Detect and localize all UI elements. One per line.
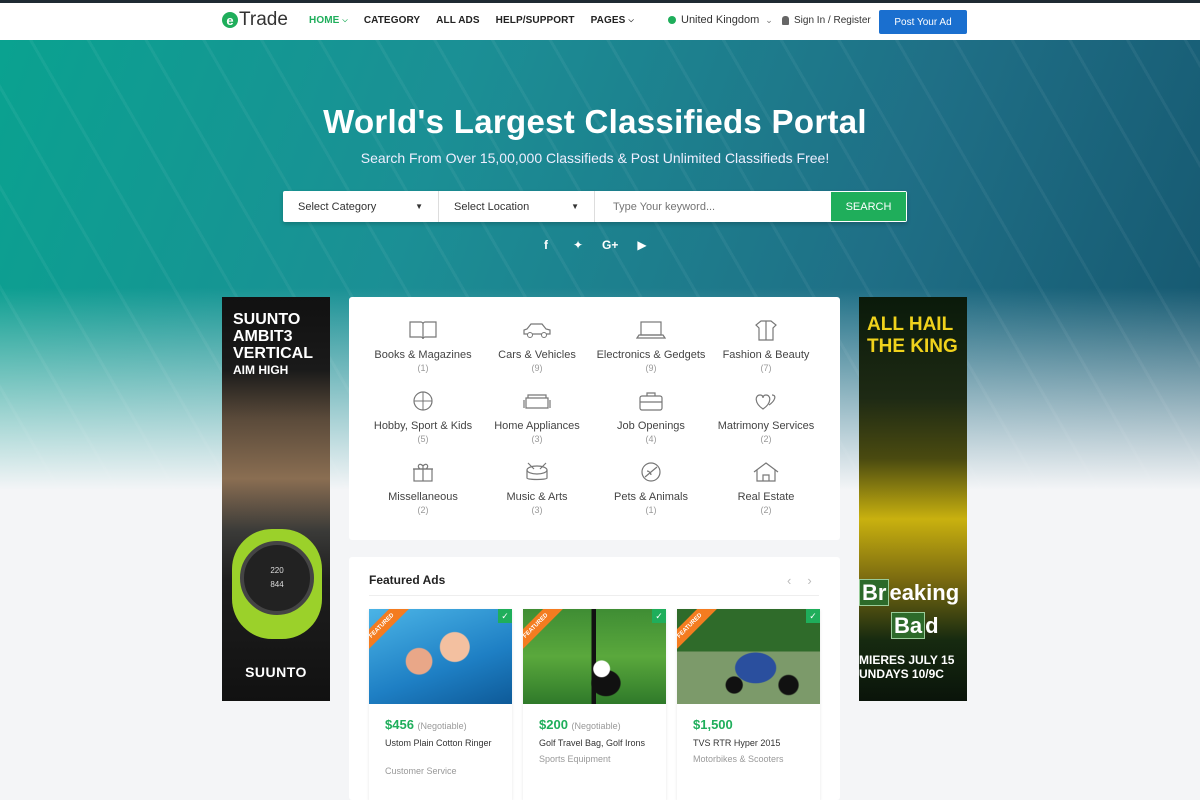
gift-icon: [413, 463, 433, 482]
car-icon: [523, 323, 551, 338]
ad-right-headline: ALL HAIL THE KING: [867, 314, 958, 357]
category-item[interactable]: Books & Magazines (1): [363, 319, 483, 373]
category-item[interactable]: Matrimony Services (2): [706, 390, 826, 444]
search-button[interactable]: SEARCH: [831, 192, 906, 221]
hearts-icon: [755, 394, 776, 410]
chevron-down-icon: ⌄: [765, 14, 773, 25]
shirt-icon: [755, 320, 777, 341]
nav-help-support[interactable]: HELP/SUPPORT: [496, 15, 575, 26]
signin-link[interactable]: Sign In / Register: [782, 15, 871, 26]
sofa-icon: [523, 394, 551, 409]
search-bar: Select Category▼ Select Location▼ SEARCH: [283, 191, 907, 222]
keyword-input[interactable]: [595, 191, 830, 222]
check-icon: ✓: [652, 609, 666, 623]
location-select[interactable]: Select Location ▼: [439, 191, 595, 222]
watch-face: 220 844: [240, 541, 314, 615]
chevron-left-icon[interactable]: ‹: [787, 573, 807, 588]
featured-card[interactable]: FEATURED ✓ $1,500 TVS RTR Hyper 2015 Mot…: [677, 609, 820, 800]
card-title[interactable]: Ustom Plain Cotton Ringer: [385, 737, 500, 749]
category-item[interactable]: Home Appliances (3): [477, 390, 597, 444]
category-item[interactable]: Music & Arts (3): [477, 461, 597, 515]
chevron-down-icon: ⌵: [628, 16, 634, 24]
chevron-down-icon: ⌵: [342, 16, 348, 24]
featured-ribbon: FEATURED: [369, 609, 409, 653]
breaking-logo: Br eaking: [859, 579, 959, 606]
ad-left-tagline: AIM HIGH: [233, 363, 289, 377]
facebook-icon[interactable]: f: [538, 238, 554, 252]
featured-card[interactable]: FEATURED ✓ $200 (Negotiable) Golf Travel…: [523, 609, 666, 800]
globe-icon: [668, 16, 676, 24]
dropdown-arrow-icon: ▼: [415, 202, 423, 211]
post-ad-button[interactable]: Post Your Ad: [879, 10, 967, 34]
card-price: $1,500: [693, 717, 733, 732]
ball-icon: [413, 391, 433, 411]
featured-ads-panel: Featured Ads ‹› FEATURED ✓ $456 (Negotia…: [349, 557, 840, 800]
category-item[interactable]: Fashion & Beauty (7): [706, 319, 826, 373]
category-item[interactable]: Pets & Animals (1): [591, 461, 711, 515]
featured-ribbon: FEATURED: [677, 609, 717, 653]
category-select[interactable]: Select Category ▼: [283, 191, 439, 222]
nav-category[interactable]: CATEGORY: [364, 15, 420, 26]
category-item[interactable]: Cars & Vehicles (9): [477, 319, 597, 373]
card-title[interactable]: Golf Travel Bag, Golf Irons: [539, 737, 654, 749]
right-banner-ad[interactable]: ALL HAIL THE KING Br eaking Ba d MIERES JU…: [859, 297, 967, 701]
category-panel: Books & Magazines (1) Cars & Vehicles (9) …: [349, 297, 840, 540]
country-label: United Kingdom: [681, 14, 760, 26]
logo-text: Trade: [239, 9, 288, 30]
air-dates: MIERES JULY 15 UNDAYS 10/9C: [859, 653, 955, 681]
ad-left-brand: SUUNTO: [245, 664, 307, 680]
house-icon: [753, 462, 779, 482]
category-item[interactable]: Missellaneous (2): [363, 461, 483, 515]
google-plus-icon[interactable]: G+: [602, 238, 618, 252]
category-item[interactable]: Electronics & Gedgets (9): [591, 319, 711, 373]
ad-left-headline: SUUNTO AMBIT3 VERTICAL: [233, 311, 313, 362]
card-image: FEATURED ✓: [677, 609, 820, 704]
featured-title: Featured Ads: [369, 573, 446, 587]
card-image: FEATURED ✓: [369, 609, 512, 704]
laptop-icon: [635, 321, 667, 339]
leaf-icon: [641, 462, 661, 482]
featured-card[interactable]: FEATURED ✓ $456 (Negotiable) Ustom Plain…: [369, 609, 512, 800]
check-icon: ✓: [498, 609, 512, 623]
youtube-icon[interactable]: ▶: [634, 238, 650, 252]
nav-all-ads[interactable]: ALL ADS: [436, 15, 479, 26]
card-title[interactable]: TVS RTR Hyper 2015: [693, 737, 808, 749]
logo[interactable]: e Trade: [222, 9, 288, 31]
social-links: f ✦ G+ ▶: [538, 238, 650, 252]
country-selector[interactable]: United Kingdom ⌄: [668, 14, 773, 26]
bad-logo: Ba d: [891, 612, 939, 639]
card-price: $456 (Negotiable): [385, 717, 467, 732]
hero-subtitle: Search From Over 15,00,000 Classifieds &…: [360, 150, 830, 166]
twitter-icon[interactable]: ✦: [570, 238, 586, 252]
card-image: FEATURED ✓: [523, 609, 666, 704]
dropdown-arrow-icon: ▼: [571, 202, 579, 211]
logo-e-mark: e: [222, 12, 238, 28]
book-icon: [409, 321, 437, 340]
signin-label: Sign In / Register: [794, 15, 871, 26]
card-category: Motorbikes & Scooters: [693, 754, 784, 764]
category-item[interactable]: Real Estate (2): [706, 461, 826, 515]
hero-title: World's Largest Classifieds Portal: [323, 103, 867, 140]
top-header: e Trade HOME ⌵ CATEGORY ALL ADS HELP/SUPP…: [0, 0, 1200, 40]
nav-home[interactable]: HOME ⌵: [309, 15, 348, 26]
chevron-right-icon[interactable]: ›: [807, 573, 827, 588]
featured-ribbon: FEATURED: [523, 609, 563, 653]
check-icon: ✓: [806, 609, 820, 623]
card-category: Customer Service: [385, 766, 457, 776]
main-nav: HOME ⌵ CATEGORY ALL ADS HELP/SUPPORT PAGE…: [309, 15, 650, 26]
card-category: Sports Equipment: [539, 754, 611, 764]
divider: [369, 595, 819, 596]
user-icon: [782, 16, 789, 25]
category-item[interactable]: Job Openings (4): [591, 390, 711, 444]
featured-carousel-nav: ‹›: [787, 573, 828, 588]
drum-icon: [526, 462, 548, 481]
nav-pages[interactable]: PAGES ⌵: [591, 15, 634, 26]
category-item[interactable]: Hobby, Sport & Kids (5): [363, 390, 483, 444]
card-price: $200 (Negotiable): [539, 717, 621, 732]
left-banner-ad[interactable]: SUUNTO AMBIT3 VERTICAL AIM HIGH 220 844 …: [222, 297, 330, 701]
briefcase-icon: [639, 392, 663, 411]
